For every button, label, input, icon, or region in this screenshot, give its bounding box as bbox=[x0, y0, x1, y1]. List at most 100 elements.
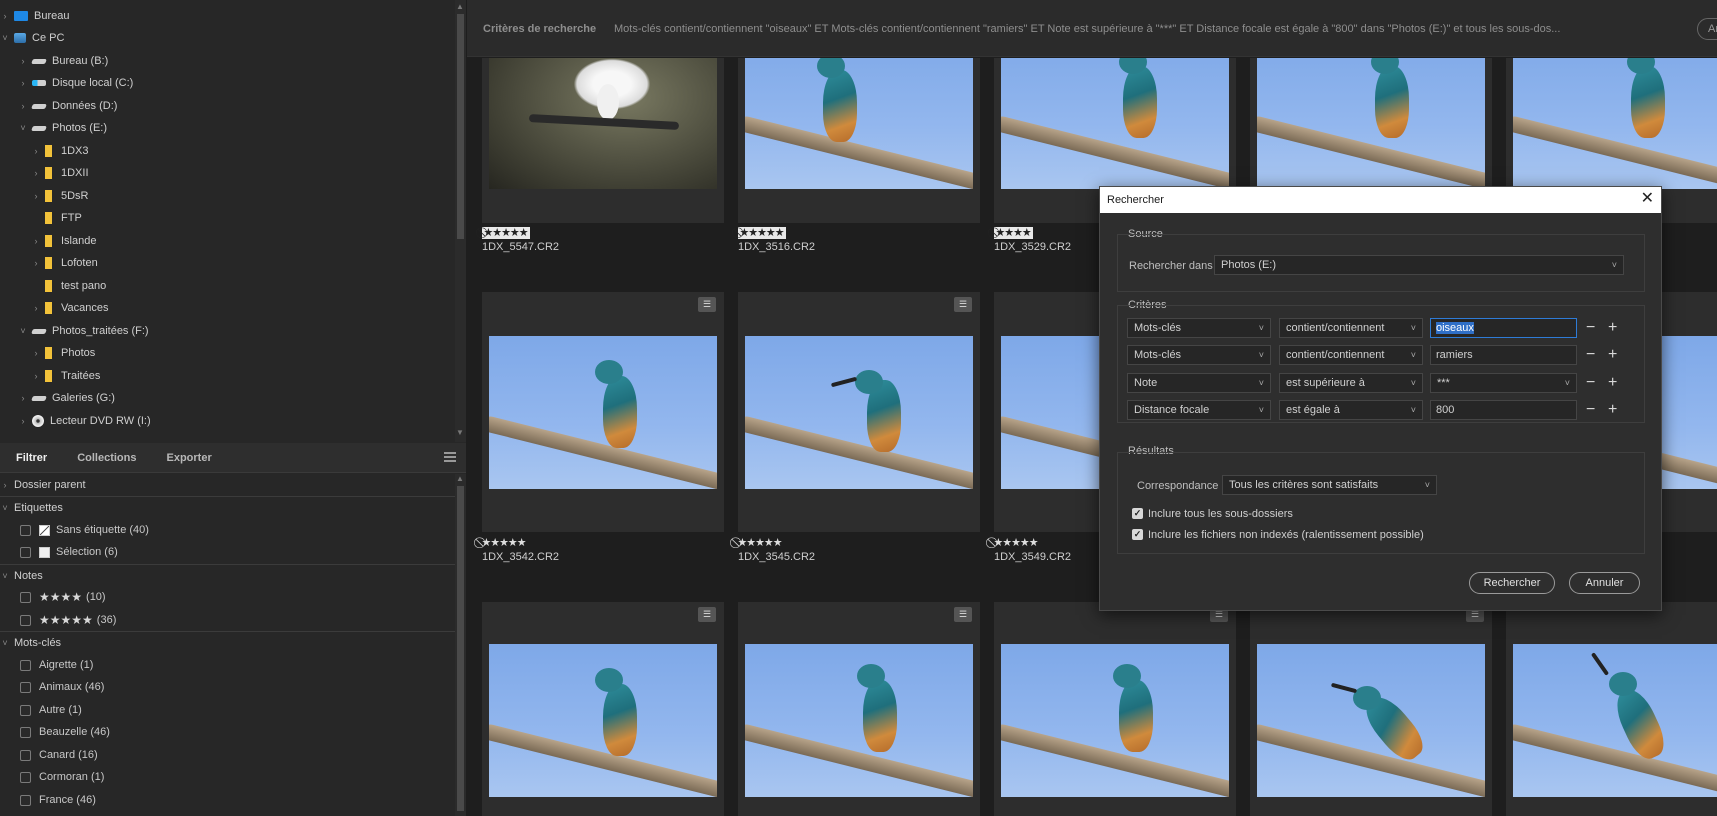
checkbox[interactable] bbox=[20, 726, 31, 738]
remove-criteria-icon[interactable]: − bbox=[1586, 320, 1595, 336]
add-criteria-icon[interactable]: + bbox=[1608, 347, 1617, 363]
chevron-down-icon[interactable]: ˅ bbox=[0, 503, 10, 513]
chevron-down-icon[interactable]: ˅ bbox=[0, 638, 10, 648]
criteria-operator-select[interactable]: est supérieure à ˅ bbox=[1279, 373, 1423, 393]
checkbox[interactable] bbox=[20, 771, 31, 783]
adjustments-icon[interactable]: ☰ bbox=[954, 297, 972, 312]
checkbox[interactable] bbox=[20, 591, 31, 603]
match-select[interactable]: Tous les critères sont satisfaits ˅ bbox=[1222, 475, 1437, 495]
star-rating[interactable]: ⃠★★★★★ bbox=[738, 537, 782, 550]
chevron-down-icon[interactable]: ˅ bbox=[18, 326, 28, 336]
adjustments-icon[interactable]: ☰ bbox=[698, 607, 716, 622]
chevron-right-icon[interactable]: › bbox=[31, 191, 41, 201]
filter-item-keyword[interactable]: Animaux (46) bbox=[0, 676, 455, 698]
tree-item-photos-e[interactable]: ˅ Photos (E:) bbox=[18, 117, 107, 139]
star-rating[interactable]: ⃠★★★★ bbox=[994, 227, 1034, 239]
tree-item-bureau-b[interactable]: › Bureau (B:) bbox=[18, 50, 109, 72]
chevron-right-icon[interactable]: › bbox=[0, 480, 10, 490]
star-rating[interactable]: ⃠★★★★★ bbox=[994, 537, 1038, 550]
criteria-operator-select[interactable]: contient/contiennent ˅ bbox=[1279, 318, 1423, 338]
criteria-field-select[interactable]: Mots-clés ˅ bbox=[1127, 345, 1271, 365]
cancel-button[interactable]: Annuler bbox=[1569, 572, 1640, 594]
search-in-select[interactable]: Photos (E:) ˅ bbox=[1214, 255, 1624, 275]
checkbox[interactable] bbox=[20, 524, 31, 536]
filter-scrollbar[interactable]: ▲ bbox=[455, 474, 466, 816]
chevron-right-icon[interactable]: › bbox=[18, 56, 28, 66]
chevron-right-icon[interactable]: › bbox=[0, 11, 10, 21]
checkbox[interactable] bbox=[20, 704, 31, 716]
criteria-field-select[interactable]: Distance focale ˅ bbox=[1127, 400, 1271, 420]
checkbox[interactable] bbox=[20, 614, 31, 626]
filter-section-dossier-parent[interactable]: › Dossier parent bbox=[0, 474, 455, 496]
chevron-right-icon[interactable]: › bbox=[18, 101, 28, 111]
filter-section-etiquettes[interactable]: ˅ Etiquettes bbox=[0, 496, 455, 518]
checkbox[interactable] bbox=[20, 659, 31, 671]
star-rating[interactable]: ⃠★★★★★ bbox=[482, 537, 526, 550]
scroll-up-icon[interactable]: ▲ bbox=[456, 2, 464, 11]
include-unindexed-checkbox[interactable]: ✓ bbox=[1132, 529, 1143, 540]
remove-criteria-icon[interactable]: − bbox=[1586, 375, 1595, 391]
tree-item-donnees-d[interactable]: › Données (D:) bbox=[18, 95, 118, 117]
scroll-down-icon[interactable]: ▼ bbox=[456, 428, 464, 437]
tree-item-lofoten[interactable]: › Lofoten bbox=[31, 252, 98, 274]
chevron-right-icon[interactable]: › bbox=[31, 258, 41, 268]
filter-section-notes[interactable]: ˅ Notes bbox=[0, 564, 455, 586]
filter-section-mots-cles[interactable]: ˅ Mots-clés bbox=[0, 631, 455, 653]
close-icon[interactable]: ✕ bbox=[1641, 190, 1654, 208]
tree-item-islande[interactable]: › Islande bbox=[31, 230, 96, 252]
chevron-right-icon[interactable]: › bbox=[18, 416, 28, 426]
add-criteria-icon[interactable]: + bbox=[1608, 320, 1617, 336]
include-subfolders-checkbox[interactable]: ✓ bbox=[1132, 508, 1143, 519]
checkbox[interactable] bbox=[20, 749, 31, 761]
criteria-value-input[interactable]: ramiers bbox=[1430, 345, 1577, 365]
chevron-right-icon[interactable]: › bbox=[18, 393, 28, 403]
tree-item-1dxii[interactable]: › 1DXII bbox=[31, 162, 89, 184]
scroll-thumb[interactable] bbox=[457, 14, 464, 239]
filter-item-keyword[interactable]: Aigrette (1) bbox=[0, 654, 455, 676]
chevron-down-icon[interactable]: ˅ bbox=[18, 123, 28, 133]
tree-item-5dsr[interactable]: › 5DsR bbox=[31, 185, 89, 207]
scroll-up-icon[interactable]: ▲ bbox=[456, 474, 464, 483]
add-criteria-icon[interactable]: + bbox=[1608, 375, 1617, 391]
chevron-right-icon[interactable]: › bbox=[31, 348, 41, 358]
checkbox[interactable] bbox=[20, 794, 31, 806]
tree-scrollbar[interactable]: ▲ ▼ bbox=[455, 0, 466, 442]
search-button[interactable]: Rechercher bbox=[1469, 572, 1555, 594]
dialog-titlebar[interactable]: Rechercher ✕ bbox=[1100, 187, 1661, 213]
tab-collections[interactable]: Collections bbox=[61, 443, 150, 473]
tree-item-vacances[interactable]: › Vacances bbox=[31, 297, 109, 319]
star-rating[interactable]: ⃠★★★★★ bbox=[482, 227, 530, 239]
chevron-down-icon[interactable]: ˅ bbox=[0, 571, 10, 581]
filter-item-sans-etiquette[interactable]: Sans étiquette (40) bbox=[0, 519, 455, 541]
hamburger-menu-icon[interactable] bbox=[444, 452, 456, 462]
chevron-right-icon[interactable]: › bbox=[31, 168, 41, 178]
tab-filtrer[interactable]: Filtrer bbox=[0, 443, 61, 473]
thumbnail[interactable]: ☰ bbox=[482, 602, 724, 816]
filter-item-keyword[interactable]: Beauzelle (46) bbox=[0, 721, 455, 743]
remove-criteria-icon[interactable]: − bbox=[1586, 402, 1595, 418]
thumbnail[interactable]: ☰ bbox=[1250, 602, 1492, 816]
filter-item-keyword[interactable]: France (46) bbox=[0, 789, 455, 811]
chevron-down-icon[interactable]: ˅ bbox=[0, 33, 10, 43]
chevron-right-icon[interactable]: › bbox=[18, 78, 28, 88]
tree-item-test-pano[interactable]: test pano bbox=[31, 275, 106, 297]
thumbnail[interactable] bbox=[482, 58, 724, 223]
add-criteria-icon[interactable]: + bbox=[1608, 402, 1617, 418]
star-rating[interactable]: ⃠★★★★★ bbox=[738, 227, 786, 239]
tree-item-ce-pc[interactable]: ˅ Ce PC bbox=[0, 27, 64, 49]
chevron-right-icon[interactable]: › bbox=[31, 236, 41, 246]
thumbnail[interactable] bbox=[738, 58, 980, 223]
chevron-right-icon[interactable]: › bbox=[31, 303, 41, 313]
criteria-value-select[interactable]: *** ˅ bbox=[1430, 373, 1577, 393]
tree-item-ftp[interactable]: FTP bbox=[31, 207, 82, 229]
tree-item-galeries-g[interactable]: › Galeries (G:) bbox=[18, 387, 115, 409]
tree-item-photos-traitees-f[interactable]: ˅ Photos_traitées (F:) bbox=[18, 320, 148, 342]
scroll-thumb[interactable] bbox=[457, 486, 464, 811]
criteria-field-select[interactable]: Mots-clés ˅ bbox=[1127, 318, 1271, 338]
adjustments-icon[interactable]: ☰ bbox=[954, 607, 972, 622]
filter-item-selection[interactable]: Sélection (6) bbox=[0, 541, 455, 563]
filter-item-note-5[interactable]: ★★★★★ (36) bbox=[0, 609, 455, 631]
chevron-right-icon[interactable]: › bbox=[31, 371, 41, 381]
thumbnail[interactable]: ☰ bbox=[994, 602, 1236, 816]
tree-item-bureau[interactable]: › Bureau bbox=[0, 5, 70, 27]
